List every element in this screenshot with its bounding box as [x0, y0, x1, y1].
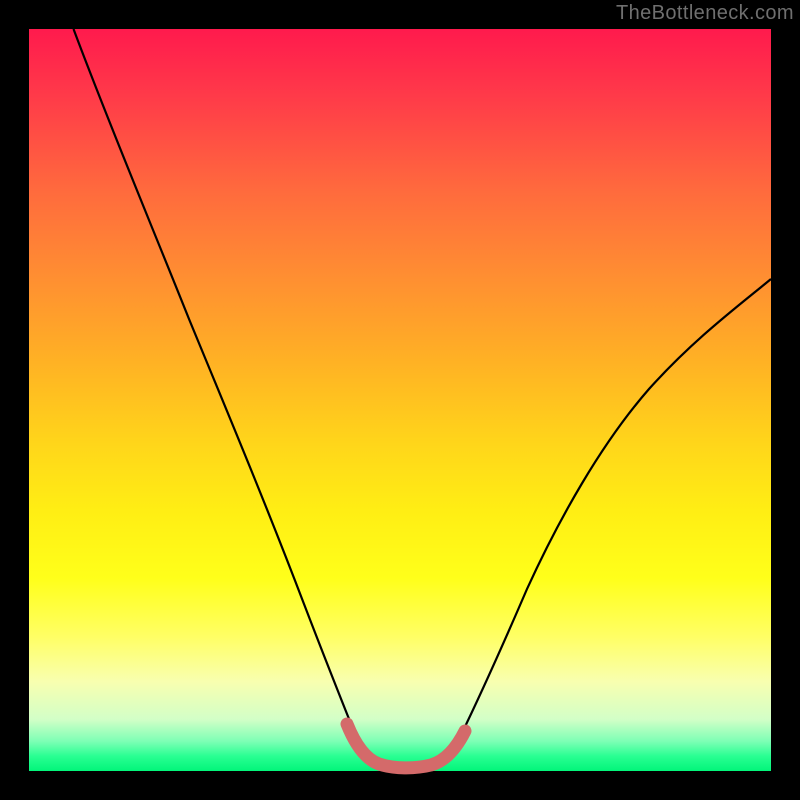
main-curve	[74, 29, 772, 769]
watermark-text: TheBottleneck.com	[616, 2, 794, 25]
curve-layer	[29, 29, 771, 771]
plot-area	[29, 29, 771, 771]
highlight-band	[347, 724, 465, 768]
chart-frame: TheBottleneck.com	[0, 0, 800, 800]
